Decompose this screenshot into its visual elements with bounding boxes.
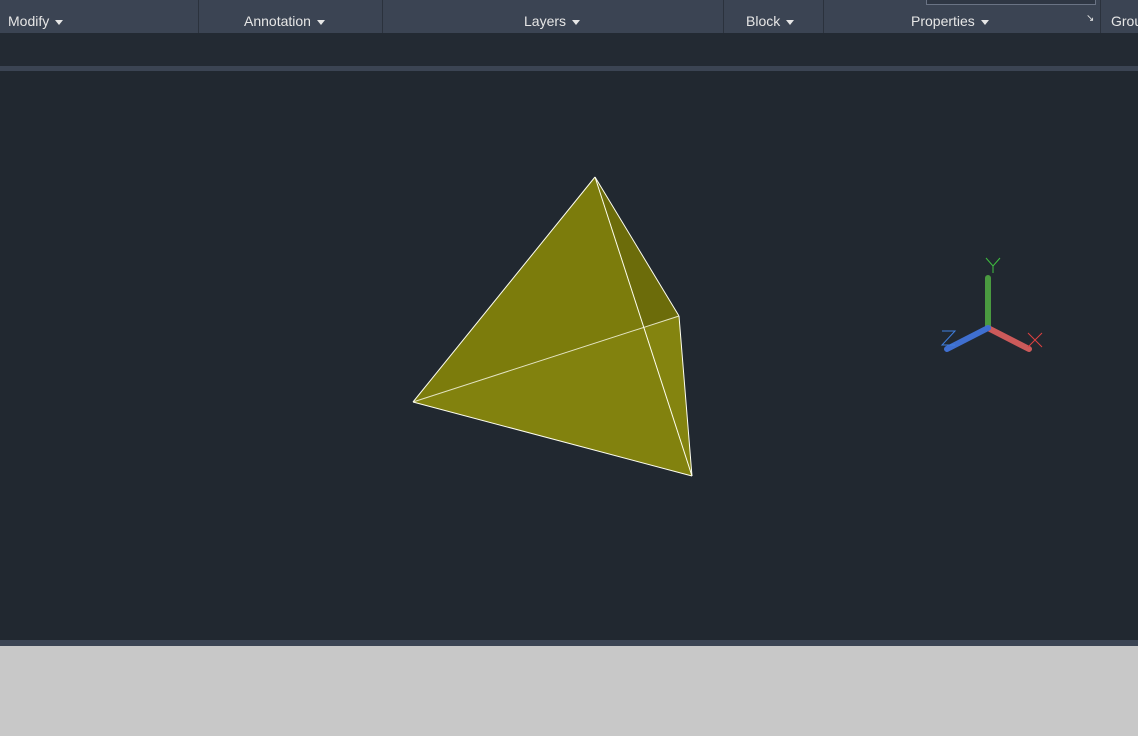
x-label-glyph	[1027, 332, 1043, 348]
y-label-glyph	[985, 257, 1001, 273]
panel-groups-label: Grou	[1111, 13, 1138, 29]
ucs-icon	[940, 257, 1043, 352]
x-axis	[985, 325, 1032, 352]
panel-block-label: Block	[746, 13, 781, 29]
ribbon-dropdown[interactable]	[926, 0, 1096, 5]
tetrahedron-solid[interactable]	[412, 176, 693, 477]
panel-block[interactable]: Block	[724, 0, 824, 33]
dialog-launcher-icon[interactable]: ↘	[1086, 13, 1094, 24]
chevron-down-icon	[786, 19, 795, 25]
panel-modify[interactable]: Modify	[0, 0, 199, 33]
drawing-viewport[interactable]	[0, 71, 1138, 640]
chevron-down-icon	[980, 19, 989, 25]
chevron-down-icon	[572, 19, 581, 25]
drawing-canvas[interactable]	[0, 71, 1138, 640]
chevron-down-icon	[316, 19, 325, 25]
chevron-down-icon	[55, 19, 64, 25]
panel-annotation[interactable]: Annotation	[199, 0, 383, 33]
panel-annotation-label: Annotation	[244, 13, 311, 29]
panel-modify-label: Modify	[8, 13, 50, 29]
viewport-border	[0, 640, 1138, 646]
panel-layers[interactable]: Layers	[383, 0, 724, 33]
panel-properties-label: Properties	[911, 13, 975, 29]
panel-layers-label: Layers	[524, 13, 567, 29]
panel-groups[interactable]: Grou	[1101, 0, 1138, 33]
file-tab-bar	[0, 33, 1138, 66]
ribbon: Modify Annotation Layers Block Propertie…	[0, 0, 1138, 33]
